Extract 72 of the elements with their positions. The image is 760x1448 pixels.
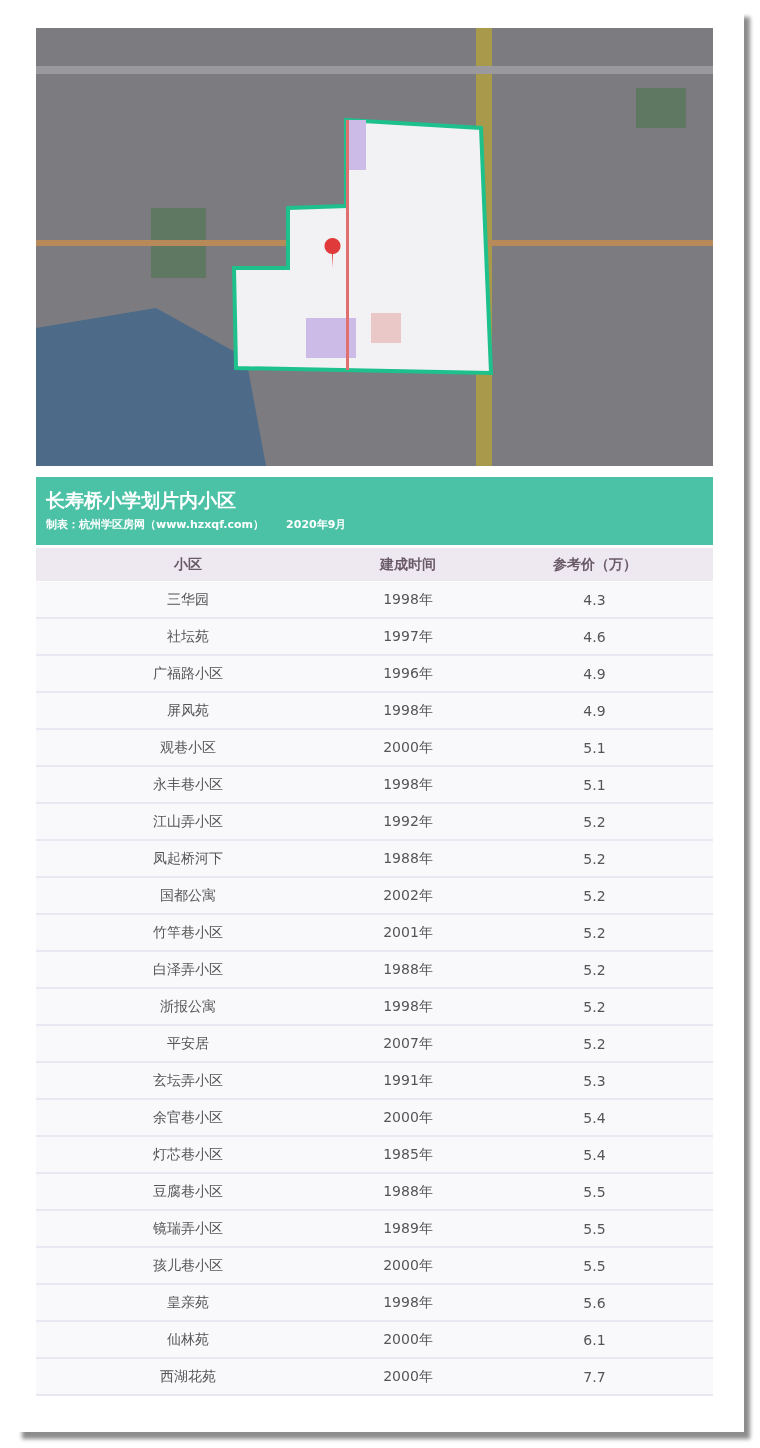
table-cell-text: 1998年 (382, 997, 434, 1016)
table-cell-text: 5.2 (582, 924, 607, 941)
table-cell-text: 竹竿巷小区 (152, 923, 224, 942)
table-cell-text: 灯芯巷小区 (152, 1145, 224, 1164)
table-cell-text: 余官巷小区 (152, 1108, 224, 1127)
table-cell-text: 7.7 (582, 1368, 607, 1385)
table-cell-text: 1988年 (382, 1182, 434, 1201)
table-cell-text: 5.5 (582, 1183, 607, 1200)
table-cell-text: 1998年 (382, 590, 434, 609)
table-cell-text: 1988年 (382, 960, 434, 979)
table-cell-text: 玄坛弄小区 (152, 1071, 224, 1090)
table-cell-text: 三华园 (166, 590, 210, 609)
table-cell-text: 江山弄小区 (152, 812, 224, 831)
table-cell-text: 1985年 (382, 1145, 434, 1164)
table-cell-text: 5.2 (582, 961, 607, 978)
table-cell-text: 白泽弄小区 (152, 960, 224, 979)
table-cell-text: 2000年 (382, 1256, 434, 1275)
column-header: 小区 (173, 555, 203, 574)
table-cell-text: 1988年 (382, 849, 434, 868)
table-cell-text: 5.1 (582, 739, 607, 756)
table-cell-text: 5.5 (582, 1257, 607, 1274)
table-cell-text: 5.6 (582, 1294, 607, 1311)
table-cell-text: 4.9 (582, 665, 607, 682)
table-cell-text: 5.2 (582, 998, 607, 1015)
table-cell-text: 皇亲苑 (166, 1293, 210, 1312)
table-cell-text: 4.3 (582, 591, 607, 608)
column-header: 建成时间 (378, 555, 437, 574)
table-cell-text: 1991年 (382, 1071, 434, 1090)
table-cell-text: 镜瑞弄小区 (152, 1219, 224, 1238)
table-cell-text: 1998年 (382, 1293, 434, 1312)
table-cell-text: 1992年 (382, 812, 434, 831)
table-cell-text: 社坛苑 (166, 627, 210, 646)
table-cell-text: 2000年 (382, 738, 434, 757)
table-cell-text: 1989年 (382, 1219, 434, 1238)
table-cell-text: 永丰巷小区 (152, 775, 224, 794)
table-cell-text: 豆腐巷小区 (152, 1182, 224, 1201)
table-cell-text: 浙报公寓 (159, 997, 217, 1016)
table-cell-text: 1997年 (382, 627, 434, 646)
table-cell-text: 国都公寓 (159, 886, 217, 905)
table-cell-text: 2001年 (382, 923, 434, 942)
table-cell-text: 2002年 (382, 886, 434, 905)
table-cell-text: 5.2 (582, 813, 607, 830)
column-header: 参考价（万） (551, 555, 638, 574)
date-text: 2020年9月 (286, 517, 347, 533)
table-cell-text: 1996年 (382, 664, 434, 683)
table-cell-text: 5.1 (582, 776, 607, 793)
table-cell-text: 6.1 (582, 1331, 607, 1348)
table-cell-text: 5.3 (582, 1072, 607, 1089)
table-cell-text: 观巷小区 (159, 738, 217, 757)
table-cell-text: 2000年 (382, 1330, 434, 1349)
table-cell-text: 2000年 (382, 1367, 434, 1386)
table-cell-text: 1998年 (382, 701, 434, 720)
table-title: 长寿桥小学划片内小区 (46, 488, 237, 513)
credit-text: 制表：杭州学区房网（www.hzxqf.com） (46, 517, 265, 533)
table-cell-text: 4.6 (582, 628, 607, 645)
table-cell-text: 5.4 (582, 1109, 607, 1126)
table-cell-text: 5.4 (582, 1146, 607, 1163)
table-cell-text: 西湖花苑 (159, 1367, 217, 1386)
table-cell-text: 5.5 (582, 1220, 607, 1237)
table-cell-text: 屏风苑 (166, 701, 210, 720)
table-cell-text: 2007年 (382, 1034, 434, 1053)
table-cell-text: 凤起桥河下 (152, 849, 224, 868)
table-cell-text: 孩儿巷小区 (152, 1256, 224, 1275)
table-cell-text: 2000年 (382, 1108, 434, 1127)
table-cell-text: 5.2 (582, 850, 607, 867)
table-cell-text: 5.2 (582, 887, 607, 904)
table-cell-text: 4.9 (582, 702, 607, 719)
table-cell-text: 仙林苑 (166, 1330, 210, 1349)
table-cell-text: 广福路小区 (152, 664, 224, 683)
table-cell-text: 1998年 (382, 775, 434, 794)
table-cell-text: 5.2 (582, 1035, 607, 1052)
table-cell-text: 平安居 (166, 1034, 210, 1053)
